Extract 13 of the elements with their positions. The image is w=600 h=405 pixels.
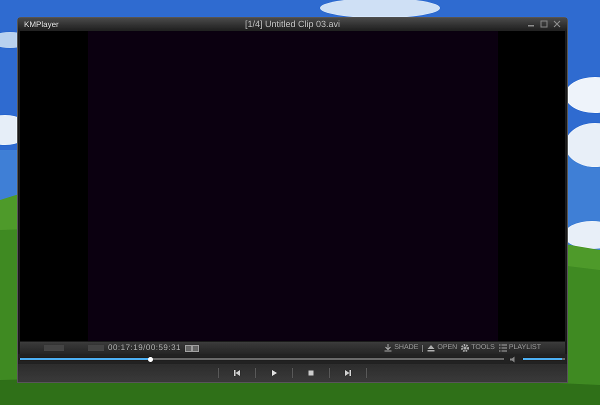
- eject-icon: [427, 344, 436, 352]
- seek-thumb[interactable]: [148, 356, 154, 362]
- app-name: KMPlayer: [24, 19, 59, 31]
- gear-icon: [461, 344, 470, 352]
- next-icon: [344, 369, 352, 377]
- time-display: 00:17:19/00:59:31: [108, 343, 182, 353]
- maximize-icon[interactable]: [540, 20, 548, 28]
- close-icon[interactable]: [553, 20, 561, 28]
- previous-icon: [233, 369, 241, 377]
- stop-icon: [307, 369, 315, 377]
- list-icon: [498, 344, 507, 352]
- download-icon: [384, 344, 392, 352]
- window-title: [1/4] Untitled Clip 03.avi: [244, 18, 340, 31]
